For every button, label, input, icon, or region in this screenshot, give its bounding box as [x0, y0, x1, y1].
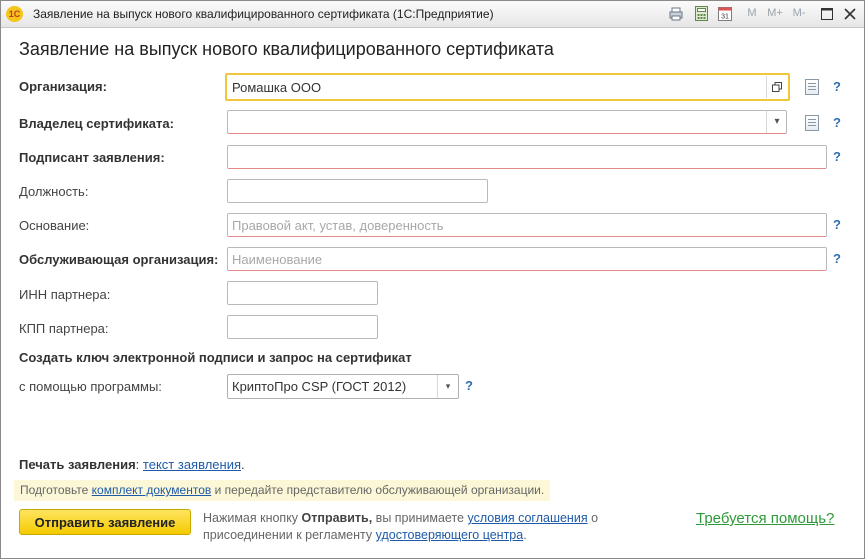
agree-line2: присоединении к регламенту [203, 528, 373, 542]
program-label: с помощью программы: [19, 379, 162, 394]
organization-input[interactable] [225, 73, 790, 101]
close-icon[interactable] [844, 8, 856, 20]
basis-help-icon[interactable]: ? [833, 217, 841, 232]
memory-plus-button[interactable]: M+ [765, 5, 785, 22]
agreement-text: Нажимая кнопку Отправить, вы принимаете … [203, 510, 623, 544]
document-icon[interactable] [805, 115, 819, 131]
page-title: Заявление на выпуск нового квалифицирова… [19, 39, 554, 59]
organization-label: Организация: [19, 79, 107, 94]
agreement-terms-link[interactable]: условия соглашения [467, 511, 587, 525]
position-label: Должность: [19, 184, 89, 199]
application-window: 1С Заявление на выпуск нового квалифицир… [0, 0, 865, 559]
open-window-icon [772, 82, 782, 92]
need-help-link[interactable]: Требуется помощь? [696, 510, 834, 527]
app-logo: 1С [6, 6, 23, 22]
title-bar: 1С Заявление на выпуск нового квалифицир… [1, 1, 864, 28]
hint-prefix: Подготовьте [20, 483, 89, 497]
owner-select[interactable] [227, 110, 787, 134]
servicing-org-input[interactable] [227, 247, 827, 271]
basis-input[interactable] [227, 213, 827, 237]
servicing-org-help-icon[interactable]: ? [833, 251, 841, 266]
owner-label: Владелец сертификата: [19, 116, 174, 131]
documents-kit-link[interactable]: комплект документов [92, 483, 212, 497]
print-dot: . [241, 457, 245, 472]
window-title: Заявление на выпуск нового квалифицирова… [33, 7, 494, 21]
position-input[interactable] [227, 179, 488, 203]
calculator-icon[interactable] [695, 6, 708, 21]
memory-button[interactable]: M [745, 5, 759, 22]
agree-mid: вы принимаете [375, 511, 464, 525]
agree-dot: . [523, 528, 527, 542]
signer-input[interactable] [227, 145, 827, 169]
certification-center-link[interactable]: удостоверяющего центра [376, 528, 524, 542]
chevron-down-icon[interactable]: ▾ [437, 375, 458, 398]
owner-dropdown-button[interactable]: ▾ [766, 111, 787, 133]
basis-label: Основание: [19, 218, 90, 233]
organization-help-icon[interactable]: ? [833, 79, 841, 94]
agree-prefix: Нажимая кнопку [203, 511, 299, 525]
program-help-icon[interactable]: ? [465, 378, 473, 393]
signer-label: Подписант заявления: [19, 150, 165, 165]
print-colon: : [135, 457, 140, 472]
partner-kpp-input[interactable] [227, 315, 378, 339]
svg-text:31: 31 [721, 14, 729, 21]
owner-help-icon[interactable]: ? [833, 115, 841, 130]
documents-hint: Подготовьте комплект документов и переда… [14, 480, 551, 501]
program-select[interactable]: КриптоПро CSP (ГОСТ 2012) ▾ [227, 374, 459, 399]
signer-help-icon[interactable]: ? [833, 149, 841, 164]
memory-minus-button[interactable]: M- [789, 5, 809, 22]
agree-o: о [591, 511, 599, 525]
agree-bold: Отправить, [301, 511, 373, 525]
partner-kpp-label: КПП партнера: [19, 321, 109, 336]
maximize-icon[interactable] [821, 8, 833, 20]
document-icon[interactable] [805, 79, 819, 95]
hint-suffix: и передайте представителю обслуживающей … [214, 483, 545, 497]
send-application-button[interactable]: Отправить заявление [19, 509, 191, 535]
calendar-icon[interactable]: 31 [718, 6, 732, 21]
print-row: Печать заявления: текст заявления. [19, 457, 245, 472]
partner-inn-input[interactable] [227, 281, 378, 305]
application-text-link[interactable]: текст заявления [143, 457, 241, 472]
open-organization-button[interactable] [766, 76, 787, 98]
program-select-value: КриптоПро CSP (ГОСТ 2012) [232, 379, 407, 394]
key-section-title: Создать ключ электронной подписи и запро… [19, 350, 412, 365]
print-icon[interactable] [669, 7, 683, 21]
partner-inn-label: ИНН партнера: [19, 287, 111, 302]
servicing-org-label: Обслуживающая организация: [19, 252, 219, 267]
print-label: Печать заявления [19, 457, 136, 472]
